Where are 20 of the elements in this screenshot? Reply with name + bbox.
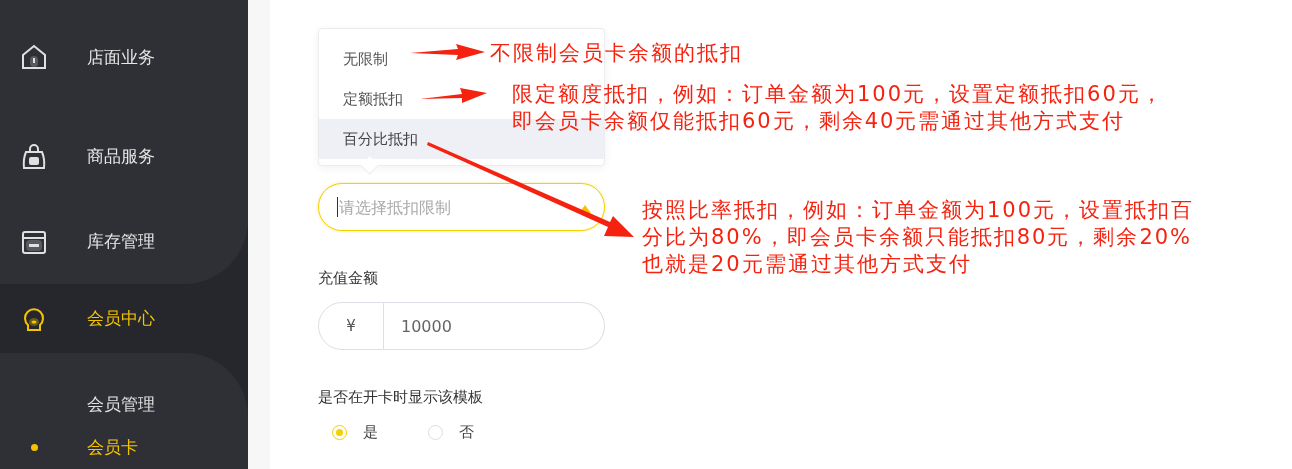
dropdown-option[interactable]: 百分比抵扣 [343, 130, 418, 148]
annotation-text: 限定额度抵扣，例如：订单金额为100元，设置定额抵扣60元，即会员卡余额仅能抵扣60元，剩余40元需通过其他方式支付 [512, 81, 1165, 135]
amount-field[interactable]: 10000 [384, 302, 605, 350]
field-label: 是否在开卡时显示该模板 [318, 388, 484, 407]
nav-item[interactable]: 商品服务 [0, 114, 248, 199]
select-field[interactable]: 请选择抵扣限制 [318, 183, 605, 231]
nav-subitem[interactable]: 会员管理 [87, 393, 155, 416]
annotation-text: 不限制会员卡余额的抵扣 [490, 40, 743, 67]
annotation-text: 按照比率抵扣，例如：订单金额为100元，设置抵扣百分比为80%，即会员卡余额只能抵扣80元，剩余20%也就是20元需通过其他方式支付 [642, 197, 1196, 278]
bag-icon [20, 142, 48, 171]
dropdown-option[interactable]: 无限制 [343, 50, 388, 68]
house-icon [20, 43, 48, 71]
nav-item[interactable]: 店面业务 [0, 0, 248, 114]
radio-label[interactable]: 否 [459, 423, 474, 442]
bullet-icon [31, 444, 38, 451]
nav-subitem[interactable]: 会员卡 [87, 436, 138, 459]
radio-label[interactable]: 是 [363, 423, 378, 442]
field-label: 充值金额 [318, 269, 379, 288]
dropdown-option[interactable]: 定额抵扣 [343, 90, 403, 108]
nav-item[interactable]: 库存管理 [0, 199, 248, 284]
